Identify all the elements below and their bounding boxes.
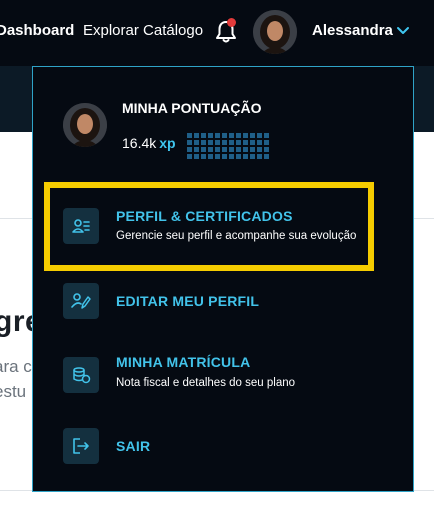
edit-profile-icon bbox=[63, 283, 99, 319]
menu-item-logout[interactable]: SAIR bbox=[63, 428, 393, 464]
xp-level-grid bbox=[187, 133, 269, 159]
avatar bbox=[63, 103, 107, 147]
xp-grid-cell bbox=[250, 133, 255, 138]
page-text: ara c bbox=[0, 357, 32, 376]
xp-grid-cell bbox=[187, 140, 192, 145]
xp-grid-cell bbox=[236, 154, 241, 159]
xp-grid-cell bbox=[236, 133, 241, 138]
xp-grid-cell bbox=[250, 140, 255, 145]
xp-grid-cell bbox=[215, 140, 220, 145]
nav-link-catalog[interactable]: Explorar Catálogo bbox=[83, 22, 203, 39]
xp-grid-cell bbox=[257, 154, 262, 159]
xp-grid-cell bbox=[222, 154, 227, 159]
xp-grid-cell bbox=[215, 147, 220, 152]
menu-item-title: SAIR bbox=[116, 438, 151, 454]
xp-grid-cell bbox=[208, 140, 213, 145]
xp-value: 16.4k xp bbox=[122, 135, 176, 151]
xp-grid-cell bbox=[194, 133, 199, 138]
xp-grid-cell bbox=[257, 140, 262, 145]
xp-grid-cell bbox=[250, 154, 255, 159]
xp-grid-cell bbox=[243, 140, 248, 145]
user-dropdown-menu: MINHA PONTUAÇÃO 16.4k xp PERFIL & CERTIFI… bbox=[32, 66, 414, 492]
menu-item-title: EDITAR MEU PERFIL bbox=[116, 293, 260, 309]
xp-grid-cell bbox=[187, 133, 192, 138]
xp-grid-cell bbox=[201, 133, 206, 138]
xp-grid-cell bbox=[201, 154, 206, 159]
xp-grid-cell bbox=[264, 154, 269, 159]
xp-grid-cell bbox=[236, 140, 241, 145]
xp-amount: 16.4k bbox=[122, 135, 157, 151]
score-title: MINHA PONTUAÇÃO bbox=[122, 100, 262, 116]
xp-grid-cell bbox=[264, 147, 269, 152]
xp-grid-cell bbox=[215, 154, 220, 159]
coins-icon bbox=[63, 357, 99, 393]
xp-grid-cell bbox=[194, 154, 199, 159]
notification-dot bbox=[227, 18, 236, 27]
xp-grid-cell bbox=[208, 147, 213, 152]
divider bbox=[0, 218, 34, 219]
xp-grid-cell bbox=[264, 133, 269, 138]
xp-grid-cell bbox=[229, 133, 234, 138]
xp-grid-cell bbox=[229, 147, 234, 152]
menu-item-description: Nota fiscal e detalhes do seu plano bbox=[116, 377, 296, 389]
xp-grid-cell bbox=[222, 147, 227, 152]
xp-grid-cell bbox=[201, 140, 206, 145]
xp-grid-cell bbox=[222, 140, 227, 145]
xp-grid-cell bbox=[243, 154, 248, 159]
chevron-down-icon[interactable] bbox=[396, 26, 410, 36]
nav-link-dashboard[interactable]: Dashboard bbox=[0, 22, 74, 39]
highlight-box bbox=[44, 182, 374, 271]
xp-grid-cell bbox=[243, 147, 248, 152]
user-name[interactable]: Alessandra bbox=[312, 22, 393, 39]
xp-grid-cell bbox=[208, 133, 213, 138]
xp-grid-cell bbox=[250, 147, 255, 152]
top-navbar: Dashboard Explorar Catálogo Alessandra bbox=[0, 0, 434, 66]
xp-grid-cell bbox=[187, 147, 192, 152]
xp-grid-cell bbox=[201, 147, 206, 152]
xp-grid-cell bbox=[222, 133, 227, 138]
xp-grid-cell bbox=[257, 147, 262, 152]
xp-grid-cell bbox=[208, 154, 213, 159]
xp-grid-cell bbox=[243, 133, 248, 138]
menu-item-enrollment[interactable]: MINHA MATRÍCULA Nota fiscal e detalhes d… bbox=[63, 352, 393, 396]
xp-grid-cell bbox=[229, 140, 234, 145]
menu-item-title: MINHA MATRÍCULA bbox=[116, 354, 251, 370]
xp-grid-cell bbox=[264, 140, 269, 145]
xp-grid-cell bbox=[194, 140, 199, 145]
avatar[interactable] bbox=[253, 10, 297, 54]
logout-icon bbox=[63, 428, 99, 464]
xp-grid-cell bbox=[187, 154, 192, 159]
xp-grid-cell bbox=[215, 133, 220, 138]
xp-grid-cell bbox=[257, 133, 262, 138]
xp-grid-cell bbox=[236, 147, 241, 152]
xp-unit: xp bbox=[159, 135, 176, 151]
page-text: estu bbox=[0, 382, 27, 401]
xp-grid-cell bbox=[194, 147, 199, 152]
xp-grid-cell bbox=[229, 154, 234, 159]
menu-item-edit-profile[interactable]: EDITAR MEU PERFIL bbox=[63, 283, 393, 319]
divider bbox=[414, 218, 434, 219]
